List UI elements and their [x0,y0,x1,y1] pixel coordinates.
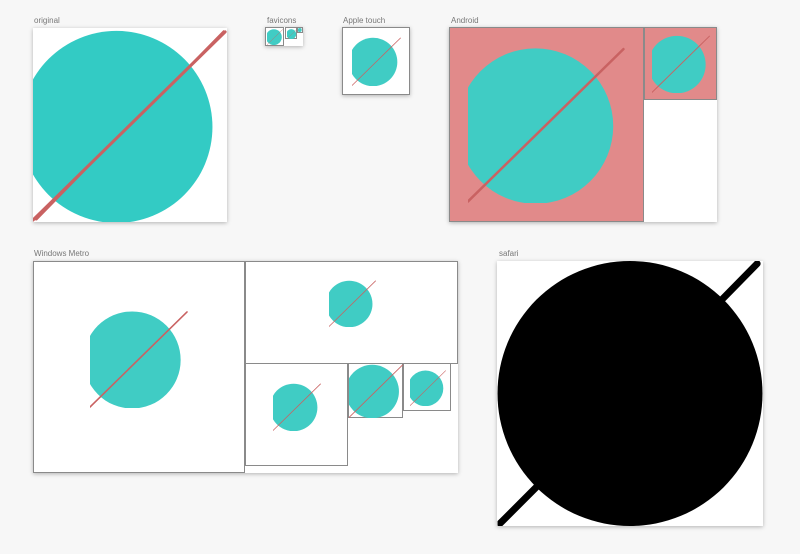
original-icon-preview[interactable] [33,28,227,222]
planet-with-ring-icon [468,46,625,203]
planet-with-ring-icon [329,280,376,327]
planet-with-ring-icon [90,310,188,408]
apple-touch-icon-preview[interactable] [342,27,410,95]
metro-tile-tiny[interactable] [403,363,451,411]
section-label-android: Android [451,16,479,25]
metro-tile-wide[interactable] [245,261,458,364]
metro-tile-large[interactable] [33,261,245,473]
section-label-original: original [34,16,60,25]
monochrome-planet-mask-icon [497,261,763,526]
section-label-safari: safari [499,249,519,258]
android-icon-large[interactable] [449,27,644,222]
android-icon-small[interactable] [644,27,717,100]
safari-pinned-tab-preview[interactable] [497,261,763,526]
windows-metro-tiles-group [33,261,458,473]
metro-tile-medium[interactable] [245,363,348,466]
planet-with-ring-icon [349,364,403,418]
favicon-8[interactable] [297,27,303,33]
planet-with-ring-icon [298,28,302,32]
planet-with-ring-icon [410,370,446,406]
planet-with-ring-icon [352,37,401,86]
planet-with-ring-icon [267,29,283,45]
favicon-16[interactable] [285,27,297,39]
android-icons-group [449,27,717,222]
planet-with-ring-icon [33,28,227,222]
planet-with-ring-icon [287,29,297,39]
favicon-32[interactable] [265,27,284,46]
section-label-apple-touch: Apple touch [343,16,386,25]
favicons-group [265,27,303,46]
planet-with-ring-icon [273,383,321,431]
planet-with-ring-icon [652,35,710,93]
metro-tile-small[interactable] [348,363,403,418]
section-label-favicons: favicons [267,16,297,25]
section-label-windows-metro: Windows Metro [34,249,90,258]
